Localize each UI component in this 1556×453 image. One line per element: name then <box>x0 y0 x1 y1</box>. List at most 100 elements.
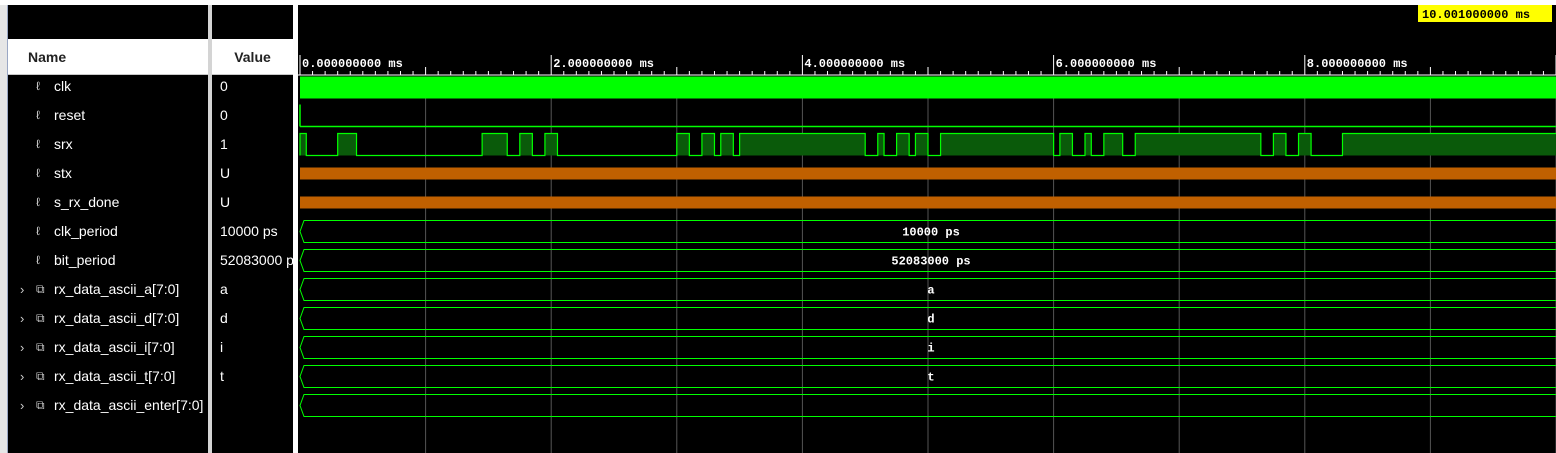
signal-row[interactable]: ℓ bit_period <box>8 246 208 275</box>
expand-chevron-icon[interactable]: › <box>20 333 24 362</box>
signal-name: s_rx_done <box>54 194 120 210</box>
wave-srx-high-fill <box>1085 133 1092 156</box>
wave-srx-high-fill <box>337 133 357 156</box>
signal-row[interactable]: › ⧉ rx_data_ascii_d[7:0] <box>8 304 208 333</box>
expand-chevron-icon[interactable]: › <box>20 391 24 420</box>
logic-signal-icon: ℓ <box>36 79 40 93</box>
signal-name: rx_data_ascii_t[7:0] <box>54 368 176 384</box>
signal-name: bit_period <box>54 252 116 268</box>
signal-value-row: t <box>212 362 293 391</box>
signal-row[interactable]: › ⧉ rx_data_ascii_enter[7:0] <box>8 391 208 420</box>
wave-srx-high-fill <box>1273 133 1286 156</box>
wave-srx-high-fill <box>1059 133 1073 156</box>
signal-value: t <box>220 368 224 384</box>
wave-srx-high-fill <box>482 133 508 156</box>
wave-srx-high-fill <box>519 133 533 156</box>
wave-srx-high-fill <box>1103 133 1123 156</box>
expand-chevron-icon[interactable]: › <box>20 362 24 391</box>
wave-srx-high-fill <box>300 133 307 156</box>
signal-value-row <box>212 391 293 420</box>
signal-name: reset <box>54 107 86 123</box>
wave-bus-label: i <box>927 342 934 356</box>
signal-name: clk_period <box>54 223 118 239</box>
wave-srx-high-fill <box>701 133 715 156</box>
bus-signal-icon: ⧉ <box>36 311 45 325</box>
signal-value-row: 1 <box>212 130 293 159</box>
wave-srx-high-fill <box>720 133 734 156</box>
signal-value: 0 <box>220 78 228 94</box>
wave-srx-high-fill <box>877 133 885 156</box>
signal-value-row: 0 <box>212 101 293 130</box>
signal-value: U <box>220 194 231 210</box>
signal-value: d <box>220 310 228 326</box>
signal-value-row: 52083000 ps <box>212 246 293 275</box>
signal-value: 52083000 ps <box>220 252 293 268</box>
signal-value: 0 <box>220 107 228 123</box>
logic-signal-icon: ℓ <box>36 166 40 180</box>
wave-srx-high-fill <box>676 133 690 156</box>
wave-srx-high-fill <box>544 133 558 156</box>
expand-chevron-icon[interactable]: › <box>20 275 24 304</box>
signal-value: a <box>220 281 228 297</box>
wave-undefined <box>300 167 1556 180</box>
wave-srx-high-fill <box>1298 133 1312 156</box>
bus-signal-icon: ⧉ <box>36 398 45 412</box>
wave-srx-high-fill <box>896 133 910 156</box>
ruler-label: 6.000000000 ms <box>1056 57 1157 71</box>
wave-bus-label: 10000 ps <box>902 226 960 240</box>
logic-signal-icon: ℓ <box>36 108 40 122</box>
signal-value-row: U <box>212 188 293 217</box>
signal-row[interactable]: ℓ reset <box>8 101 208 130</box>
signal-value-row: 0 <box>212 72 293 101</box>
bus-signal-icon: ⧉ <box>36 282 45 296</box>
signal-value: U <box>220 165 231 181</box>
constant-signal-icon: ℓ <box>36 224 40 238</box>
signal-row[interactable]: › ⧉ rx_data_ascii_a[7:0] <box>8 275 208 304</box>
signal-name: rx_data_ascii_enter[7:0] <box>54 397 204 413</box>
waveform-viewer: ℓ clk ℓ reset ℓ srx ℓ stx ℓ s_rx_done ℓ clk_period ℓ… <box>0 0 1556 453</box>
signal-row[interactable]: ℓ srx <box>8 130 208 159</box>
ruler-label: 4.000000000 ms <box>804 57 905 71</box>
signal-value-row: d <box>212 304 293 333</box>
wave-bus-label: t <box>927 371 934 385</box>
ruler-label: 0.000000000 ms <box>302 57 403 71</box>
wave-undefined <box>300 196 1556 209</box>
signal-value-row: a <box>212 275 293 304</box>
left-edge <box>0 5 8 453</box>
signal-name: stx <box>54 165 72 181</box>
signal-name: rx_data_ascii_d[7:0] <box>54 310 180 326</box>
signal-row[interactable]: ℓ s_rx_done <box>8 188 208 217</box>
logic-signal-icon: ℓ <box>36 137 40 151</box>
wave-srx-high-fill <box>915 133 928 156</box>
wave-srx-high-fill <box>1342 133 1556 156</box>
name-column-header[interactable]: Name <box>8 39 208 75</box>
cursor-time-label: 10.001000000 ms <box>1422 8 1530 22</box>
expand-chevron-icon[interactable]: › <box>20 304 24 333</box>
wave-bus-label: a <box>927 284 934 298</box>
value-column-header[interactable]: Value <box>212 39 293 75</box>
wave-srx-high-fill <box>940 133 1054 156</box>
wave-srx-high-fill <box>1135 133 1261 156</box>
signal-name: srx <box>54 136 73 152</box>
waveform-canvas[interactable]: 0.000000000 ms 2.000000000 ms 4.000000000 … <box>298 5 1556 453</box>
wave-clk <box>300 76 1556 99</box>
signal-value-row: U <box>212 159 293 188</box>
logic-signal-icon: ℓ <box>36 195 40 209</box>
wave-srx-high-fill <box>739 133 866 156</box>
signal-value: i <box>220 339 224 355</box>
signal-row[interactable]: ℓ clk_period <box>8 217 208 246</box>
signal-row[interactable]: › ⧉ rx_data_ascii_i[7:0] <box>8 333 208 362</box>
signal-name: rx_data_ascii_i[7:0] <box>54 339 175 355</box>
wave-bus-label: d <box>927 313 934 327</box>
constant-signal-icon: ℓ <box>36 253 40 267</box>
signal-value: 10000 ps <box>220 223 278 239</box>
signal-row[interactable]: › ⧉ rx_data_ascii_t[7:0] <box>8 362 208 391</box>
ruler-label: 8.000000000 ms <box>1307 57 1408 71</box>
wave-bus-label: 52083000 ps <box>891 255 970 269</box>
signal-name: clk <box>54 78 72 94</box>
signal-row[interactable]: ℓ clk <box>8 72 208 101</box>
signal-value: 1 <box>220 136 228 152</box>
signal-row[interactable]: ℓ stx <box>8 159 208 188</box>
waveform-panel[interactable]: 0.000000000 ms 2.000000000 ms 4.000000000 … <box>298 5 1556 453</box>
signal-name: rx_data_ascii_a[7:0] <box>54 281 180 297</box>
